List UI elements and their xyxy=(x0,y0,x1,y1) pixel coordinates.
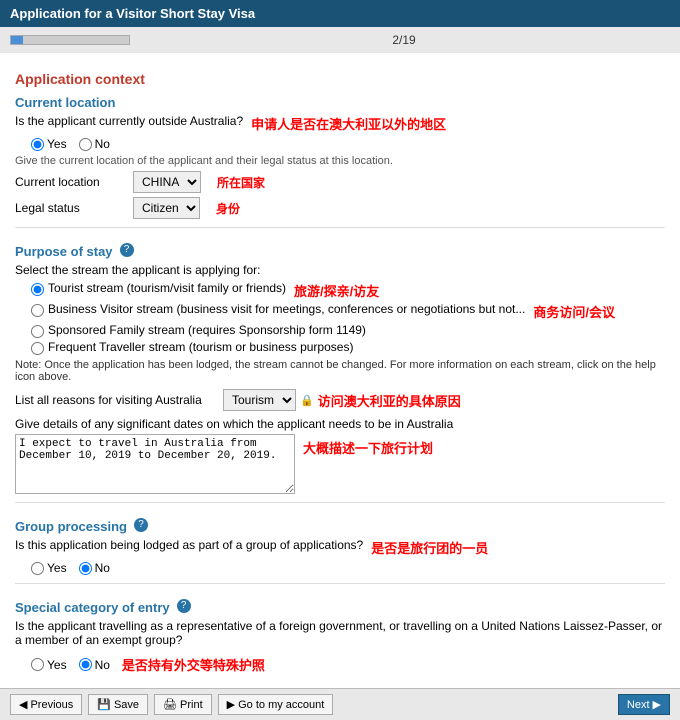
account-icon: ▶ xyxy=(227,698,235,711)
location-field-label: Current location xyxy=(15,175,125,189)
print-button[interactable]: 🖨 Print xyxy=(154,694,212,715)
group-help-icon[interactable]: ? xyxy=(134,518,148,532)
purpose-help-icon[interactable]: ? xyxy=(120,243,134,257)
save-button[interactable]: 💾 Save xyxy=(88,694,148,715)
stream-label-1: Tourist stream (tourism/visit family or … xyxy=(48,281,286,295)
stream-radio-2[interactable] xyxy=(31,304,44,317)
stream-option-2: Business Visitor stream (business visit … xyxy=(31,302,665,321)
group-no-radio[interactable] xyxy=(79,562,92,575)
legal-status-label: Legal status xyxy=(15,201,125,215)
outside-australia-yes-radio[interactable] xyxy=(31,138,44,151)
stream-option-3: Sponsored Family stream (requires Sponso… xyxy=(31,323,665,338)
next-arrow-icon: ▶ xyxy=(653,698,661,711)
stream-question: Select the stream the applicant is apply… xyxy=(15,263,665,277)
progress-track xyxy=(10,35,130,45)
reasons-lock-icon: 🔒 xyxy=(300,394,314,407)
stream-radio-1[interactable] xyxy=(31,283,44,296)
reasons-label: List all reasons for visiting Australia xyxy=(15,393,215,407)
stream-label-2: Business Visitor stream (business visit … xyxy=(48,302,525,316)
outside-australia-radio-group: Yes No xyxy=(31,137,665,151)
group-question: Is this application being lodged as part… xyxy=(15,538,363,552)
subsection-group-processing: Group processing ? Is this application b… xyxy=(15,511,665,575)
progress-area: 2/19 xyxy=(0,27,680,53)
title-bar: Application for a Visitor Short Stay Vis… xyxy=(0,0,680,27)
group-radio-group: Yes No xyxy=(31,561,665,575)
current-location-select[interactable]: CHINA xyxy=(133,171,201,193)
legal-status-field-row: Legal status Citizen 身份 xyxy=(15,197,665,219)
go-to-account-button[interactable]: ▶ Go to my account xyxy=(218,694,334,715)
previous-button[interactable]: ◀ Previous xyxy=(10,694,82,715)
special-yes-label[interactable]: Yes xyxy=(31,658,67,672)
subsection-title-group: Group processing xyxy=(15,519,127,534)
special-no-label[interactable]: No xyxy=(79,658,110,672)
reasons-row: List all reasons for visiting Australia … xyxy=(15,389,665,411)
group-yes-label[interactable]: Yes xyxy=(31,561,67,575)
legal-status-select[interactable]: Citizen xyxy=(133,197,200,219)
print-label: Print xyxy=(180,699,203,711)
stream-annotation-2: 商务访问/会议 xyxy=(533,302,615,321)
stream-option-1: Tourist stream (tourism/visit family or … xyxy=(31,281,665,300)
stream-radio-4[interactable] xyxy=(31,342,44,355)
current-location-question: Is the applicant currently outside Austr… xyxy=(15,114,243,128)
main-content: Application context Current location Is … xyxy=(0,53,680,688)
subsection-special-category: Special category of entry ? Is the appli… xyxy=(15,592,665,674)
special-radio-group: Yes No 是否持有外交等特殊护照 xyxy=(31,655,665,674)
current-location-annotation: 申请人是否在澳大利亚以外的地区 xyxy=(251,114,446,133)
location-detail-text: Give the current location of the applica… xyxy=(15,155,665,167)
dates-row: Give details of any significant dates on… xyxy=(15,417,665,494)
reasons-select[interactable]: Tourism xyxy=(223,389,296,411)
legal-status-annotation: 身份 xyxy=(216,200,240,217)
dates-annotation: 大概描述一下旅行计划 xyxy=(303,438,433,457)
special-help-icon[interactable]: ? xyxy=(177,599,191,613)
group-no-label[interactable]: No xyxy=(79,561,110,575)
special-no-radio[interactable] xyxy=(79,658,92,671)
stream-annotation-1: 旅游/探亲/访友 xyxy=(294,281,379,300)
special-yes-radio[interactable] xyxy=(31,658,44,671)
section-title-application-context: Application context xyxy=(15,71,665,87)
location-annotation: 所在国家 xyxy=(217,174,265,191)
subsection-purpose-of-stay: Purpose of stay ? Select the stream the … xyxy=(15,236,665,494)
stream-label-4: Frequent Traveller stream (tourism or bu… xyxy=(48,340,353,354)
app-title: Application for a Visitor Short Stay Vis… xyxy=(10,6,255,21)
dates-textarea[interactable] xyxy=(15,434,295,494)
stream-options: Tourist stream (tourism/visit family or … xyxy=(31,281,665,355)
reasons-dropdown-row: Tourism 🔒 访问澳大利亚的具体原因 xyxy=(223,389,461,411)
section-application-context: Application context Current location Is … xyxy=(15,71,665,674)
bottom-bar: ◀ Previous 💾 Save 🖨 Print ▶ Go to my acc… xyxy=(0,688,680,720)
group-yes-radio[interactable] xyxy=(31,562,44,575)
page-number: 2/19 xyxy=(318,33,490,47)
subsection-title-special: Special category of entry xyxy=(15,600,170,615)
next-button[interactable]: Next ▶ xyxy=(618,694,670,715)
dates-label: Give details of any significant dates on… xyxy=(15,417,665,431)
group-annotation: 是否是旅行团的一员 xyxy=(371,538,488,557)
print-icon: 🖨 xyxy=(163,698,177,711)
outside-australia-yes-label[interactable]: Yes xyxy=(31,137,67,151)
progress-fill xyxy=(11,36,23,44)
location-field-row: Current location CHINA 所在国家 xyxy=(15,171,665,193)
go-to-account-label: Go to my account xyxy=(238,699,324,711)
subsection-title-current-location: Current location xyxy=(15,95,665,110)
special-annotation: 是否持有外交等特殊护照 xyxy=(122,655,265,674)
outside-australia-no-label[interactable]: No xyxy=(79,137,110,151)
subsection-current-location: Current location Is the applicant curren… xyxy=(15,95,665,219)
save-label: Save xyxy=(114,699,139,711)
special-question: Is the applicant travelling as a represe… xyxy=(15,619,665,647)
prev-arrow-icon: ◀ xyxy=(19,698,27,711)
next-label: Next xyxy=(627,699,650,711)
reasons-annotation: 访问澳大利亚的具体原因 xyxy=(318,391,461,410)
stream-label-3: Sponsored Family stream (requires Sponso… xyxy=(48,323,366,337)
stream-option-4: Frequent Traveller stream (tourism or bu… xyxy=(31,340,665,355)
subsection-title-purpose: Purpose of stay xyxy=(15,244,113,259)
save-icon: 💾 xyxy=(97,698,111,711)
stream-radio-3[interactable] xyxy=(31,325,44,338)
stream-note: Note: Once the application has been lodg… xyxy=(15,359,665,383)
previous-label: Previous xyxy=(30,699,73,711)
outside-australia-no-radio[interactable] xyxy=(79,138,92,151)
